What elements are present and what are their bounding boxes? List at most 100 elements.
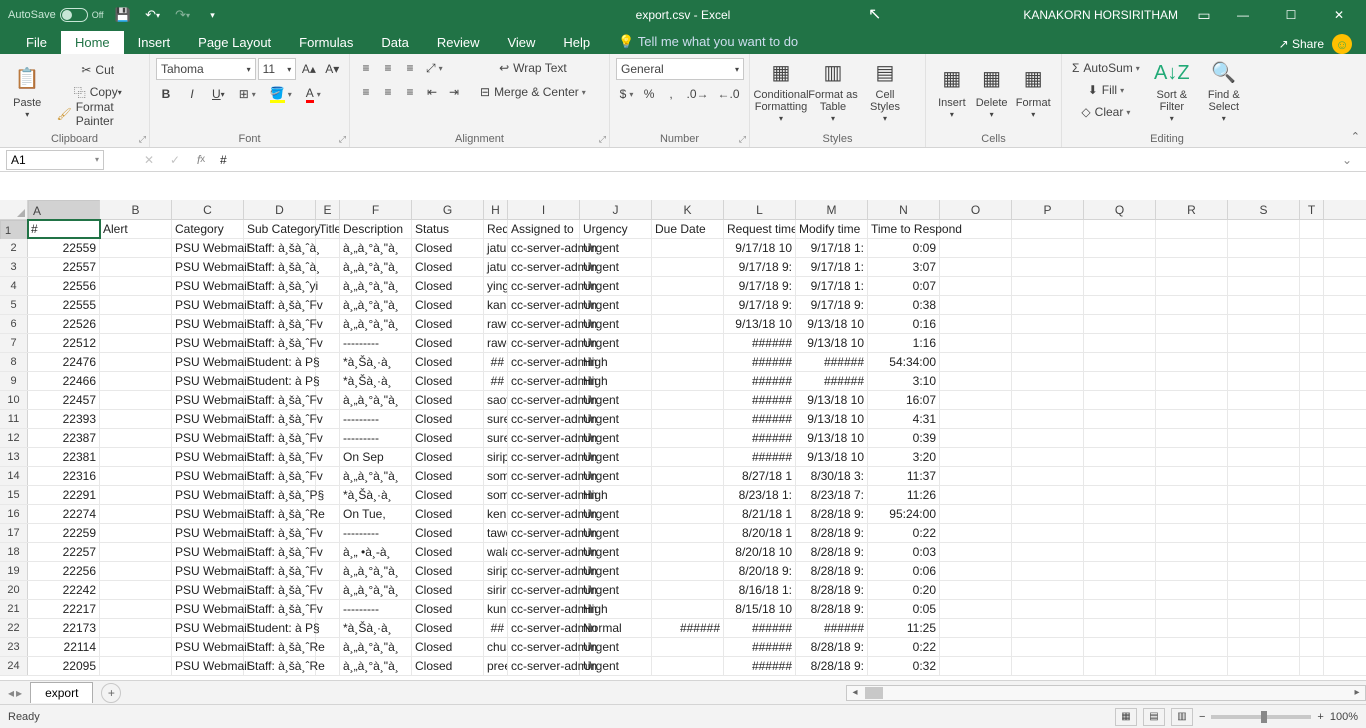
cell[interactable]: 8/28/18 9: (796, 581, 868, 599)
cell[interactable]: Staff: à¸šà¸ˆFv (244, 600, 316, 618)
normal-view-icon[interactable]: ▦ (1115, 708, 1137, 726)
column-header[interactable]: I (508, 200, 580, 219)
cell[interactable]: ###### (724, 448, 796, 466)
format-painter-button[interactable]: 🖌 Format Painter (52, 104, 143, 124)
cell[interactable] (1156, 429, 1228, 447)
column-header[interactable]: L (724, 200, 796, 219)
cell[interactable]: Closed (412, 657, 484, 675)
row-header[interactable]: 13 (0, 448, 28, 466)
cell[interactable] (1084, 619, 1156, 637)
cell[interactable] (1012, 486, 1084, 504)
cell[interactable]: # (28, 220, 100, 238)
cell[interactable] (1156, 448, 1228, 466)
cell[interactable]: 9/13/18 10 (724, 315, 796, 333)
cell[interactable]: PSU Webmail (172, 581, 244, 599)
cell[interactable]: ## (484, 353, 508, 371)
cell[interactable]: PSU Webmail (172, 657, 244, 675)
cell[interactable] (1156, 543, 1228, 561)
cell[interactable] (652, 486, 724, 504)
cell[interactable]: 8/28/18 9: (796, 600, 868, 618)
cell[interactable]: PSU Webmail (172, 391, 244, 409)
cell[interactable] (940, 410, 1012, 428)
cell[interactable]: 54:34:00 (868, 353, 940, 371)
cell[interactable]: 0:09 (868, 239, 940, 257)
cell[interactable]: à¸„à¸°à¸"à¸ (340, 315, 412, 333)
cell[interactable] (100, 277, 172, 295)
fill-color-button[interactable]: 🪣 (266, 84, 296, 104)
cell[interactable] (100, 524, 172, 542)
cell[interactable]: 8/20/18 1 (724, 524, 796, 542)
tab-file[interactable]: File (12, 31, 61, 54)
cell[interactable]: Closed (412, 429, 484, 447)
cell[interactable]: 11:26 (868, 486, 940, 504)
cell[interactable]: PSU Webmail (172, 410, 244, 428)
cell[interactable]: Staff: à¸šà¸ˆFv (244, 543, 316, 561)
cell[interactable]: Staff: à¸šà¸ˆFv (244, 467, 316, 485)
cell[interactable] (652, 505, 724, 523)
row-header[interactable]: 8 (0, 353, 28, 371)
row-header[interactable]: 6 (0, 315, 28, 333)
select-all-corner[interactable] (0, 200, 28, 219)
cell[interactable]: Staff: à¸šà¸ˆFv (244, 562, 316, 580)
row-header[interactable]: 9 (0, 372, 28, 390)
cell[interactable] (940, 581, 1012, 599)
cell[interactable] (940, 619, 1012, 637)
cell[interactable] (652, 372, 724, 390)
cell[interactable]: Closed (412, 391, 484, 409)
cell[interactable]: 8/28/18 9: (796, 562, 868, 580)
cell[interactable]: Staff: à¸šà¸ˆFv (244, 429, 316, 447)
cell[interactable]: ## (484, 619, 508, 637)
cell[interactable]: PSU Webmail (172, 505, 244, 523)
cell[interactable]: Staff: à¸šà¸ˆFv (244, 448, 316, 466)
cell[interactable]: sure (484, 429, 508, 447)
cell[interactable]: Student: à P§ (244, 353, 316, 371)
cell[interactable]: cc-server-admin (508, 638, 580, 656)
cell[interactable]: à¸„à¸°à¸"à¸ (340, 581, 412, 599)
zoom-slider[interactable] (1211, 715, 1311, 719)
redo-icon[interactable]: ↷▾ (172, 4, 194, 26)
cell[interactable] (1228, 315, 1300, 333)
cell[interactable] (1084, 315, 1156, 333)
row-header[interactable]: 17 (0, 524, 28, 542)
increase-font-icon[interactable]: A▴ (298, 59, 319, 79)
cell[interactable] (1156, 391, 1228, 409)
cell[interactable]: Category (172, 220, 244, 238)
cell[interactable] (1012, 258, 1084, 276)
cell[interactable] (1156, 657, 1228, 675)
row-header[interactable]: 23 (0, 638, 28, 656)
cell[interactable]: --------- (340, 600, 412, 618)
cell[interactable]: cc-server-admin (508, 657, 580, 675)
cell[interactable]: cc-server-admin (508, 239, 580, 257)
cell[interactable]: Closed (412, 619, 484, 637)
cell[interactable]: ## (484, 372, 508, 390)
row-header[interactable]: 19 (0, 562, 28, 580)
cell[interactable]: Requester (484, 220, 508, 238)
paste-button[interactable]: 📋 Paste ▾ (6, 58, 48, 124)
cut-button[interactable]: ✂ Cut (52, 60, 143, 80)
cell[interactable]: --------- (340, 334, 412, 352)
cell[interactable] (652, 467, 724, 485)
cell[interactable] (1156, 486, 1228, 504)
cell[interactable] (1012, 562, 1084, 580)
cell[interactable] (1228, 448, 1300, 466)
cell[interactable] (1156, 296, 1228, 314)
percent-format-icon[interactable]: % (639, 84, 659, 104)
cell[interactable] (1084, 391, 1156, 409)
zoom-out-icon[interactable]: − (1199, 711, 1205, 723)
align-top-icon[interactable]: ≡ (356, 58, 376, 78)
cell[interactable]: jatu (484, 258, 508, 276)
cell[interactable]: Closed (412, 410, 484, 428)
cell[interactable]: 0:22 (868, 524, 940, 542)
cell[interactable]: cc-server-admin (508, 334, 580, 352)
alignment-launcher-icon[interactable]: ⤢ (599, 134, 606, 145)
cell[interactable]: *à¸Šà¸·à¸ (340, 486, 412, 504)
sort-filter-button[interactable]: A↓ZSort & Filter▾ (1148, 58, 1196, 124)
cell[interactable] (940, 638, 1012, 656)
cell[interactable] (1084, 638, 1156, 656)
cell[interactable]: som (484, 486, 508, 504)
cell[interactable] (1012, 600, 1084, 618)
zoom-in-icon[interactable]: + (1317, 711, 1323, 723)
user-name[interactable]: KANAKORN HORSIRITHAM (1013, 8, 1188, 22)
cell[interactable]: som (484, 467, 508, 485)
cell[interactable] (1228, 467, 1300, 485)
